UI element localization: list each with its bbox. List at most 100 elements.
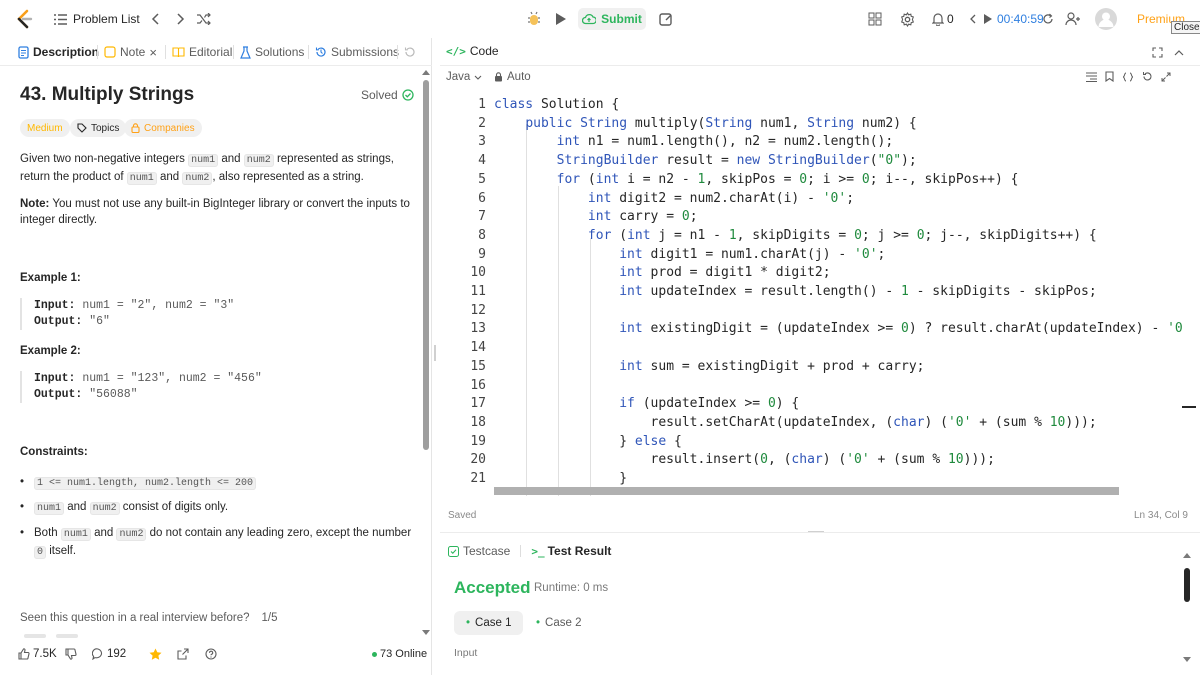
constraint-item: • num1 and num2 consist of digits only. xyxy=(20,499,420,517)
footer-bar: 7.5K 192 73 Online xyxy=(0,640,432,668)
code-line[interactable]: int prod = digit1 * digit2; xyxy=(494,265,830,280)
difficulty-badge[interactable]: Medium xyxy=(20,119,70,137)
problem-list-link[interactable]: Problem List xyxy=(73,12,140,26)
expand-icon[interactable] xyxy=(1161,72,1171,82)
timer-prev-icon[interactable] xyxy=(968,11,978,27)
star-icon[interactable] xyxy=(148,647,162,661)
case-1-tab[interactable]: • Case 1 xyxy=(454,611,524,635)
share-icon[interactable] xyxy=(176,647,190,661)
tab-test-result[interactable]: >_ Test Result xyxy=(531,544,611,558)
code-line[interactable]: class Solution { xyxy=(494,97,619,112)
timer-play-icon[interactable] xyxy=(982,11,994,27)
language-select[interactable]: Java xyxy=(446,71,482,83)
settings-icon[interactable] xyxy=(898,10,916,28)
tab-solutions[interactable]: Solutions xyxy=(240,38,304,66)
scroll-up-arrow-icon[interactable] xyxy=(1183,553,1191,558)
description-scrollbar[interactable] xyxy=(423,80,429,450)
example1-output: "6" xyxy=(82,315,110,328)
code-line[interactable]: for (int j = n1 - 1, skipDigits = 0; j >… xyxy=(494,228,1097,243)
example2-input-line: Input: num1 = "123", num2 = "456" xyxy=(34,371,420,387)
code-line[interactable]: if (updateIndex >= 0) { xyxy=(494,396,799,411)
tab-editorial[interactable]: Editorial xyxy=(172,38,232,66)
constraints-heading: Constraints: xyxy=(20,446,88,458)
input-heading: Input xyxy=(454,647,478,659)
layout-icon[interactable] xyxy=(866,10,884,28)
tab-description[interactable]: Description xyxy=(18,38,99,66)
lock-icon xyxy=(131,123,140,133)
prev-problem-icon[interactable] xyxy=(148,11,162,27)
avatar[interactable] xyxy=(1095,8,1117,30)
code-line[interactable]: int digit1 = num1.charAt(j) - '0'; xyxy=(494,247,885,262)
code-line[interactable]: result.insert(0, (char) ('0' + (sum % 10… xyxy=(494,452,995,467)
like-button[interactable]: 7.5K xyxy=(18,648,57,660)
code-line[interactable]: int existingDigit = (updateIndex >= 0) ?… xyxy=(494,321,1186,336)
restore-icon[interactable] xyxy=(403,45,417,59)
topics-tag[interactable]: Topics xyxy=(70,119,127,137)
upload-cloud-icon xyxy=(582,13,597,25)
result-scrollbar[interactable] xyxy=(1184,568,1190,602)
dislike-icon[interactable] xyxy=(64,647,78,661)
code-line[interactable]: result.setCharAt(updateIndex, (char) ('0… xyxy=(494,415,1097,430)
braces-icon[interactable] xyxy=(1122,72,1134,82)
note-text: You must not use any built-in BigInteger… xyxy=(20,198,410,226)
run-icon[interactable] xyxy=(552,10,570,28)
debug-icon[interactable] xyxy=(524,10,544,28)
submit-label: Submit xyxy=(601,12,642,26)
notification-icon[interactable] xyxy=(930,10,946,28)
shuffle-icon[interactable] xyxy=(196,11,212,27)
comments-count: 192 xyxy=(107,648,127,660)
example2-heading: Example 2: xyxy=(20,345,81,357)
tab-note[interactable]: Note × xyxy=(104,38,157,66)
maximize-icon[interactable] xyxy=(1150,45,1164,59)
code-line[interactable]: } xyxy=(494,471,627,486)
code-editor[interactable]: 1 class Solution {2 public String multipl… xyxy=(440,96,1186,496)
inline-code: num2 xyxy=(182,172,213,185)
code-line[interactable]: int updateIndex = result.length() - 1 - … xyxy=(494,284,1096,299)
code-line[interactable]: int n1 = num1.length(), n2 = num2.length… xyxy=(494,134,894,149)
comments-button[interactable]: 192 xyxy=(92,648,126,660)
interview-pill[interactable] xyxy=(56,634,78,638)
pane-resize-handle[interactable] xyxy=(434,345,436,361)
add-user-icon[interactable] xyxy=(1064,10,1082,28)
timer-reset-icon[interactable] xyxy=(1040,11,1056,27)
bullet-dot: • xyxy=(20,527,25,539)
help-icon[interactable] xyxy=(204,647,218,661)
format-icon[interactable] xyxy=(1086,72,1097,82)
leetcode-logo-icon[interactable] xyxy=(14,9,34,29)
code-line[interactable]: public String multiply(String num1, Stri… xyxy=(494,116,916,131)
scroll-up-arrow-icon[interactable] xyxy=(422,70,430,75)
checkbox-icon xyxy=(448,545,459,557)
code-line[interactable]: for (int i = n2 - 1, skipPos = 0; i >= 0… xyxy=(494,172,1019,187)
scroll-down-arrow-icon[interactable] xyxy=(1183,657,1191,662)
horizontal-scrollbar[interactable] xyxy=(494,487,1119,495)
line-number: 12 xyxy=(470,302,486,318)
document-icon xyxy=(18,45,29,59)
check-circle-icon xyxy=(402,89,414,101)
close-button[interactable]: Close xyxy=(1171,21,1200,34)
code-line[interactable]: int sum = existingDigit + prod + carry; xyxy=(494,359,924,374)
interview-pill[interactable] xyxy=(24,634,46,638)
notes-icon[interactable] xyxy=(656,10,674,28)
submit-button[interactable]: Submit xyxy=(578,8,646,30)
tab-submissions[interactable]: Submissions xyxy=(315,38,399,66)
problem-list-icon[interactable] xyxy=(53,12,67,26)
case-2-tab[interactable]: • Case 2 xyxy=(526,611,591,635)
bookmark-icon[interactable] xyxy=(1105,71,1114,82)
reset-code-icon[interactable] xyxy=(1142,71,1153,82)
next-problem-icon[interactable] xyxy=(174,11,188,27)
code-line[interactable]: } else { xyxy=(494,434,682,449)
companies-tag[interactable]: Companies xyxy=(124,119,202,137)
verdict: Accepted xyxy=(454,578,531,597)
timer-display[interactable]: 00:40:59 xyxy=(997,12,1044,26)
tab-testcase[interactable]: Testcase xyxy=(448,544,510,558)
scroll-down-arrow-icon[interactable] xyxy=(422,630,430,635)
line-number: 18 xyxy=(470,414,486,430)
code-line[interactable]: int carry = 0; xyxy=(494,209,698,224)
close-tab-icon[interactable]: × xyxy=(149,45,157,60)
code-line[interactable]: int digit2 = num2.charAt(i) - '0'; xyxy=(494,191,854,206)
tab-editorial-label: Editorial xyxy=(189,45,233,59)
code-line[interactable]: StringBuilder result = new StringBuilder… xyxy=(494,153,917,168)
collapse-icon[interactable] xyxy=(1172,45,1186,59)
auto-mode[interactable]: Auto xyxy=(494,71,531,83)
tab-solutions-label: Solutions xyxy=(255,45,305,59)
